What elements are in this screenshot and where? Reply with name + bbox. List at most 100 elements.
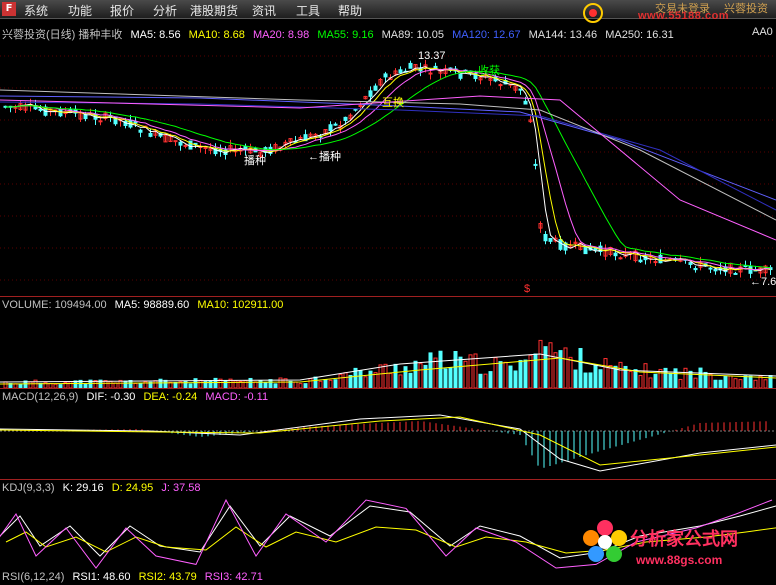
volume-bar	[658, 368, 663, 388]
volume-bar	[648, 377, 653, 388]
volume-bar	[693, 377, 698, 388]
volume-bar	[763, 379, 768, 388]
watermark-logo-icon	[583, 3, 603, 23]
volume-bar	[728, 375, 733, 388]
volume-bar	[733, 378, 738, 388]
volume-bar	[678, 378, 683, 388]
volume-bar	[108, 380, 113, 388]
volume-bar	[433, 357, 438, 388]
rsi-legend: RSI(6,12,24) RSI1: 48.60 RSI2: 43.79 RSI…	[2, 571, 268, 585]
volume-bar	[713, 379, 718, 388]
menu-help[interactable]: 帮助	[338, 2, 362, 19]
candle	[358, 105, 363, 108]
candle	[658, 254, 663, 264]
candle	[328, 124, 333, 132]
volume-bar	[413, 360, 418, 388]
candle	[638, 259, 643, 263]
volume-bar	[683, 367, 688, 388]
volume-bar	[233, 380, 238, 388]
candle	[688, 262, 693, 265]
price-chart[interactable]: $	[0, 40, 776, 296]
volume-bar	[718, 379, 723, 388]
menu-system[interactable]: 系统	[24, 2, 48, 19]
candle	[523, 100, 528, 105]
volume-bar	[378, 364, 383, 388]
candle	[368, 90, 373, 97]
macd-chart[interactable]	[0, 405, 776, 479]
volume-bar	[543, 346, 548, 388]
menu-tools[interactable]: 工具	[296, 2, 320, 19]
volume-value: VOLUME: 109494.00	[2, 299, 107, 311]
volume-bar	[328, 379, 333, 388]
volume-bar	[243, 380, 248, 388]
candle	[398, 69, 403, 74]
volume-ma10: MA10: 102911.00	[197, 299, 284, 311]
candle	[713, 268, 718, 272]
volume-bar	[153, 380, 158, 388]
volume-bar	[533, 353, 538, 388]
kdj-d: D: 24.95	[111, 482, 154, 494]
candle	[613, 252, 618, 257]
volume-chart[interactable]	[0, 314, 776, 388]
menu-news[interactable]: 资讯	[252, 2, 276, 19]
volume-bar	[748, 375, 753, 388]
rsi2-value: RSI2: 43.79	[138, 571, 197, 583]
kdj-legend: KDJ(9,3,3) K: 29.16 D: 24.95 J: 37.58	[2, 482, 205, 496]
volume-bar	[428, 352, 433, 388]
volume-bar	[513, 370, 518, 388]
signal-marker: $	[524, 283, 530, 295]
volume-bar	[738, 379, 743, 388]
volume-ma10-line	[0, 357, 776, 385]
macd-label: MACD(12,26,9)	[2, 391, 79, 403]
volume-bar	[723, 375, 728, 388]
volume-bar	[668, 372, 673, 388]
candle	[408, 62, 413, 69]
volume-bar	[163, 379, 168, 388]
volume-bar	[463, 360, 468, 388]
bottom-brand-name: 分析家公式网	[630, 529, 738, 550]
volume-bar	[208, 380, 213, 388]
menu-analysis[interactable]: 分析	[153, 2, 177, 19]
volume-bar	[333, 379, 338, 388]
kdj-k: K: 29.16	[62, 482, 104, 494]
menu-function[interactable]: 功能	[68, 2, 92, 19]
volume-bar	[338, 373, 343, 388]
volume-bar	[628, 371, 633, 388]
panel-divider	[0, 296, 776, 297]
macd-value: MACD: -0.11	[205, 391, 269, 403]
volume-bar	[518, 359, 523, 388]
volume-bar	[193, 378, 198, 388]
volume-bar	[498, 361, 503, 388]
volume-bar	[743, 375, 748, 388]
volume-bar	[643, 363, 648, 388]
volume-bar	[653, 373, 658, 388]
menu-hk-futures[interactable]: 港股期货	[190, 2, 238, 19]
volume-bar	[313, 376, 318, 388]
volume-bar	[493, 357, 498, 388]
rsi3-value: RSI3: 42.71	[204, 571, 263, 583]
volume-bar	[483, 373, 488, 388]
macd-legend: MACD(12,26,9) DIF: -0.30 DEA: -0.24 MACD…	[2, 391, 273, 405]
macd-dif: DIF: -0.30	[86, 391, 136, 403]
sow-label: 播种	[244, 155, 266, 167]
volume-bar	[608, 365, 613, 388]
candle	[343, 116, 348, 121]
volume-bar	[488, 371, 493, 388]
bottom-brand-url: www.88gs.com	[636, 553, 723, 567]
candle	[173, 140, 178, 143]
candle	[583, 246, 588, 255]
candle	[518, 88, 523, 91]
volume-bar	[383, 363, 388, 388]
volume-bar	[198, 379, 203, 388]
candle	[383, 73, 388, 78]
volume-legend: VOLUME: 109494.00 MA5: 98889.60 MA10: 10…	[2, 299, 288, 313]
menu-quote[interactable]: 报价	[110, 2, 134, 19]
volume-bar	[423, 364, 428, 388]
volume-bar	[363, 376, 368, 388]
volume-bar	[758, 375, 763, 388]
candle	[733, 272, 738, 275]
candle	[653, 261, 658, 264]
rsi-label: RSI(6,12,24)	[2, 571, 65, 583]
candle	[618, 257, 623, 260]
peak-price-label: 13.37	[418, 50, 446, 62]
